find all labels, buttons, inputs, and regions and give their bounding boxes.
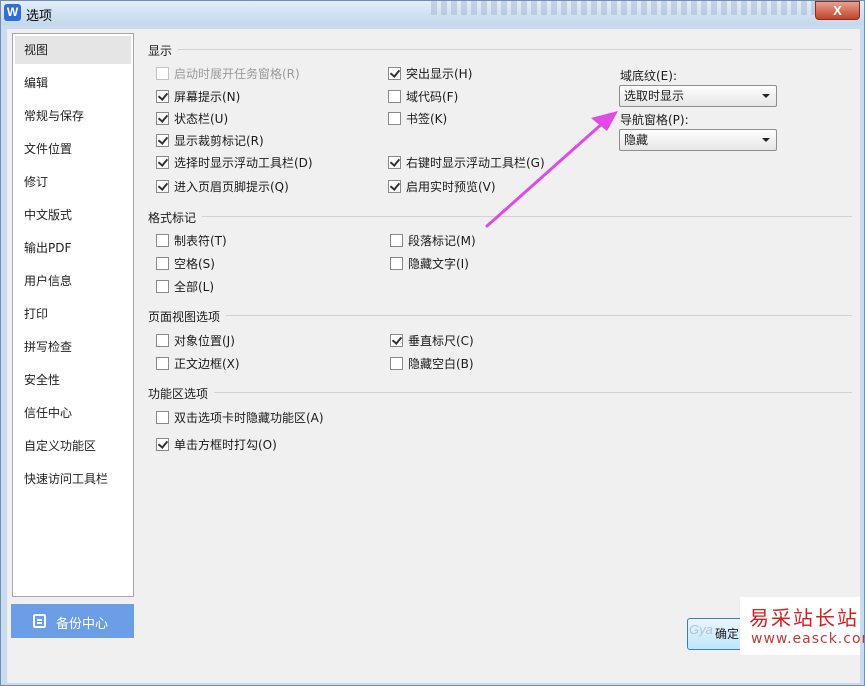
category-sidebar: 视图 编辑 常规与保存 文件位置 修订 中文版式 输出PDF 用户信息 打印 拼… xyxy=(12,33,134,597)
section-divider xyxy=(226,315,852,316)
checkbox-box[interactable] xyxy=(388,180,401,193)
checkbox-box[interactable] xyxy=(156,112,169,125)
checkbox-box[interactable] xyxy=(156,411,169,424)
checkbox-box[interactable] xyxy=(388,90,401,103)
checkbox-text-boundaries[interactable]: 正文边框(X) xyxy=(156,356,240,372)
checkbox-tab-marks[interactable]: 制表符(T) xyxy=(156,233,227,249)
checkbox-box[interactable] xyxy=(156,438,169,451)
title-bar[interactable]: W 选项 X xyxy=(1,1,864,25)
checkbox-box[interactable] xyxy=(388,67,401,80)
checkbox-expand-task-pane[interactable]: 启动时展开任务窗格(R) xyxy=(156,66,300,82)
watermark-url: www.easck.com xyxy=(751,631,865,647)
sidebar-item-spell-check[interactable]: 拼写检查 xyxy=(15,333,131,361)
checkbox-box[interactable] xyxy=(156,357,169,370)
nav-pane-value: 隐藏 xyxy=(624,133,649,147)
checkbox-floating-toolbar-on-right-click[interactable]: 右键时显示浮动工具栏(G) xyxy=(388,155,545,171)
sidebar-item-edit[interactable]: 编辑 xyxy=(15,69,131,97)
checkbox-box[interactable] xyxy=(388,112,401,125)
checkbox-highlight[interactable]: 突出显示(H) xyxy=(388,66,472,82)
sidebar-item-file-locations[interactable]: 文件位置 xyxy=(15,135,131,163)
faint-watermark-text: Gya xyxy=(689,622,713,637)
section-title-format-marks: 格式标记 xyxy=(148,211,197,225)
sidebar-item-view[interactable]: 视图 xyxy=(15,36,131,64)
sidebar-item-revisions[interactable]: 修订 xyxy=(15,168,131,196)
checkbox-box[interactable] xyxy=(156,234,169,247)
field-shading-label: 域底纹(E): xyxy=(620,69,677,83)
checkbox-screen-tips[interactable]: 屏幕提示(N) xyxy=(156,89,240,105)
checkbox-spaces[interactable]: 空格(S) xyxy=(156,256,215,272)
section-divider xyxy=(202,216,852,217)
checkbox-click-box-to-check[interactable]: 单击方框时打勾(O) xyxy=(156,437,277,453)
checkbox-bookmarks[interactable]: 书签(K) xyxy=(388,111,447,127)
sidebar-item-export-pdf[interactable]: 输出PDF xyxy=(15,234,131,262)
checkbox-hidden-text[interactable]: 隐藏文字(I) xyxy=(390,256,469,272)
dialog-body: 视图 编辑 常规与保存 文件位置 修订 中文版式 输出PDF 用户信息 打印 拼… xyxy=(7,29,860,683)
checkbox-paragraph-marks[interactable]: 段落标记(M) xyxy=(390,233,476,249)
chevron-down-icon xyxy=(762,138,770,142)
checkbox-box[interactable] xyxy=(156,90,169,103)
checkbox-status-bar[interactable]: 状态栏(U) xyxy=(156,111,228,127)
section-divider xyxy=(178,49,852,50)
section-title-ribbon: 功能区选项 xyxy=(148,387,209,401)
sidebar-item-quick-access-toolbar[interactable]: 快速访问工具栏 xyxy=(15,465,131,493)
chevron-down-icon xyxy=(762,94,770,98)
nav-pane-label: 导航窗格(P): xyxy=(620,113,689,127)
checkbox-box[interactable] xyxy=(390,257,403,270)
checkbox-object-anchors[interactable]: 对象位置(J) xyxy=(156,333,235,349)
checkbox-vertical-ruler[interactable]: 垂直标尺(C) xyxy=(390,333,474,349)
checkbox-live-preview[interactable]: 启用实时预览(V) xyxy=(388,179,496,195)
sidebar-item-general-save[interactable]: 常规与保存 xyxy=(15,102,131,130)
checkbox-floating-toolbar-on-select[interactable]: 选择时显示浮动工具栏(D) xyxy=(156,155,313,171)
wps-writer-icon: W xyxy=(4,4,21,21)
background-blur xyxy=(431,1,831,15)
section-divider xyxy=(214,392,852,393)
window-title: 选项 xyxy=(26,9,53,24)
backup-center-label: 备份中心 xyxy=(56,617,109,632)
checkbox-box[interactable] xyxy=(390,334,403,347)
section-title-page-view: 页面视图选项 xyxy=(148,310,221,324)
checkbox-box[interactable] xyxy=(390,234,403,247)
checkbox-box[interactable] xyxy=(156,67,169,80)
sidebar-item-customize-ribbon[interactable]: 自定义功能区 xyxy=(15,432,131,460)
sidebar-item-security[interactable]: 安全性 xyxy=(15,366,131,394)
nav-pane-select[interactable]: 隐藏 xyxy=(619,129,777,151)
checkbox-header-footer-tip[interactable]: 进入页眉页脚提示(Q) xyxy=(156,179,289,195)
watermark-title: 易采站长站 xyxy=(749,606,859,630)
checkbox-box[interactable] xyxy=(156,134,169,147)
checkbox-hide-whitespace[interactable]: 隐藏空白(B) xyxy=(390,356,474,372)
sidebar-item-user-info[interactable]: 用户信息 xyxy=(15,267,131,295)
checkbox-all-marks[interactable]: 全部(L) xyxy=(156,279,214,295)
site-watermark: 易采站长站 www.easck.com xyxy=(740,597,865,655)
checkbox-box[interactable] xyxy=(156,180,169,193)
checkbox-box[interactable] xyxy=(156,334,169,347)
checkbox-box[interactable] xyxy=(156,257,169,270)
checkbox-field-codes[interactable]: 域代码(F) xyxy=(388,89,458,105)
checkbox-crop-marks[interactable]: 显示裁剪标记(R) xyxy=(156,133,264,149)
close-button[interactable]: X xyxy=(815,1,860,20)
field-shading-value: 选取时显示 xyxy=(624,89,685,103)
backup-icon xyxy=(33,614,46,628)
checkbox-box[interactable] xyxy=(388,156,401,169)
sidebar-item-print[interactable]: 打印 xyxy=(15,300,131,328)
checkbox-box[interactable] xyxy=(156,156,169,169)
checkbox-double-click-hide-ribbon[interactable]: 双击选项卡时隐藏功能区(A) xyxy=(156,410,324,426)
sidebar-item-chinese-layout[interactable]: 中文版式 xyxy=(15,201,131,229)
checkbox-box[interactable] xyxy=(390,357,403,370)
options-dialog: W 选项 X 视图 编辑 常规与保存 文件位置 修订 中文版式 输出PDF 用户… xyxy=(0,0,865,686)
section-title-display: 显示 xyxy=(148,44,173,58)
backup-center-button[interactable]: 备份中心 xyxy=(11,604,134,638)
sidebar-item-trust-center[interactable]: 信任中心 xyxy=(15,399,131,427)
field-shading-select[interactable]: 选取时显示 xyxy=(619,85,777,107)
checkbox-box[interactable] xyxy=(156,280,169,293)
